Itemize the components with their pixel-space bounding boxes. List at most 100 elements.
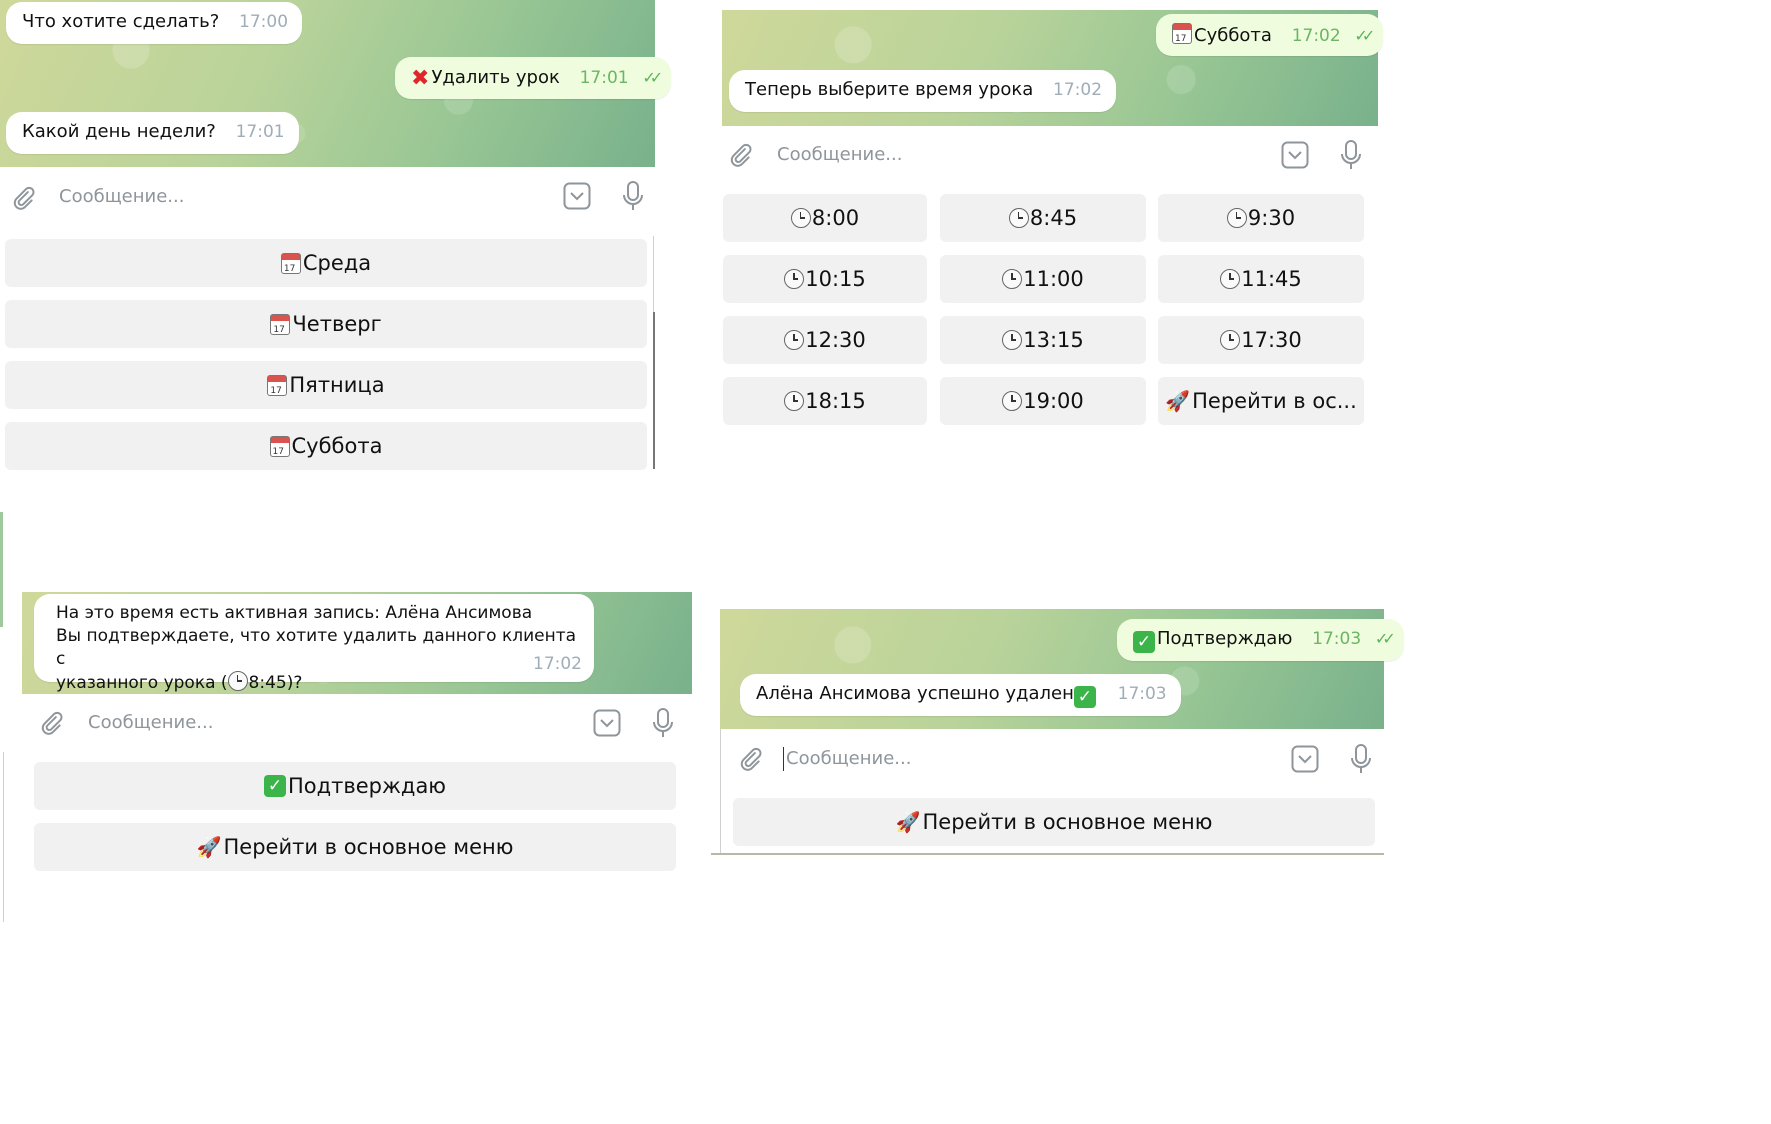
message-time: 17:03 <box>1312 629 1362 649</box>
scrollbar[interactable] <box>653 312 655 469</box>
message-time: 17:02 <box>533 654 582 674</box>
microphone-icon[interactable] <box>1339 139 1363 171</box>
calendar-icon <box>280 252 301 274</box>
clock-icon <box>1002 269 1023 289</box>
confirm-button[interactable]: ✓ Подтверждаю <box>34 762 676 810</box>
calendar-icon <box>1172 23 1192 44</box>
message-text: Что хотите сделать? <box>22 11 220 32</box>
double-check-icon: ✓✓ <box>1354 26 1375 45</box>
message-input-bar: Сообщение... <box>722 126 1378 184</box>
clock-icon <box>784 330 805 350</box>
attach-icon[interactable] <box>737 745 763 773</box>
text-cursor <box>783 747 784 771</box>
keyboard-toggle-icon[interactable] <box>1281 141 1309 169</box>
keyboard-toggle-icon[interactable] <box>593 709 621 737</box>
button-label: 13:15 <box>1023 328 1084 352</box>
message-text-line: указанного урока ( 8:45)? <box>56 671 580 695</box>
microphone-icon[interactable] <box>1349 743 1373 775</box>
attach-icon[interactable] <box>38 709 64 737</box>
time-button[interactable]: 12:30 <box>723 316 927 364</box>
button-label: 9:30 <box>1247 206 1296 230</box>
time-button[interactable]: 19:00 <box>940 377 1146 425</box>
message-text: указанного урока ( <box>56 673 228 693</box>
time-button[interactable]: 8:45 <box>940 194 1146 242</box>
message-input-bar: Сообщение... <box>22 694 692 752</box>
time-button[interactable]: 17:30 <box>1158 316 1364 364</box>
day-button-thursday[interactable]: Четверг <box>5 300 647 348</box>
message-incoming: Алёна Ансимова успешно удален ✓ 17:03 <box>740 674 1181 716</box>
clock-icon <box>227 671 248 691</box>
time-button[interactable]: 9:30 <box>1158 194 1364 242</box>
check-mark-icon: ✓ <box>1073 686 1096 708</box>
main-menu-button[interactable]: 🚀 Перейти в основное меню <box>733 798 1375 846</box>
message-input[interactable]: Сообщение... <box>59 186 184 207</box>
rocket-icon: 🚀 <box>196 835 222 859</box>
microphone-icon[interactable] <box>621 180 645 212</box>
cross-mark-icon: ✖ <box>411 66 430 91</box>
button-label: Среда <box>302 251 372 275</box>
clock-icon <box>1220 330 1241 350</box>
clock-icon <box>1226 208 1247 228</box>
day-button-wednesday[interactable]: Среда <box>5 239 647 287</box>
attach-icon[interactable] <box>727 141 753 169</box>
clock-icon <box>1002 391 1023 411</box>
button-label: 11:45 <box>1241 267 1302 291</box>
message-text: )? <box>286 673 303 693</box>
microphone-icon[interactable] <box>651 707 675 739</box>
main-menu-button[interactable]: 🚀 Перейти в основное меню <box>34 823 676 871</box>
message-outgoing: ✖ Удалить урок 17:01 ✓✓ <box>395 57 672 99</box>
rocket-icon: 🚀 <box>1165 389 1191 413</box>
time-button[interactable]: 11:45 <box>1158 255 1364 303</box>
message-incoming: На это время есть активная запись: Алёна… <box>34 594 594 693</box>
day-button-friday[interactable]: Пятница <box>5 361 647 409</box>
check-mark-icon: ✓ <box>1133 631 1155 653</box>
message-input-bar: Сообщение... <box>720 729 1384 787</box>
keyboard-toggle-icon[interactable] <box>1291 745 1319 773</box>
message-text-line: Вы подтверждаете, что хотите удалить дан… <box>56 626 577 669</box>
message-text-line: На это время есть активная запись: Алёна… <box>56 603 533 623</box>
divider <box>720 729 721 854</box>
message-text: 8:45 <box>248 673 287 693</box>
time-button[interactable]: 18:15 <box>723 377 927 425</box>
double-check-icon: ✓✓ <box>642 68 663 87</box>
day-button-saturday[interactable]: Суббота <box>5 422 647 470</box>
message-time: 17:00 <box>239 12 289 32</box>
button-label: Перейти в основное меню <box>223 835 514 859</box>
button-label: 8:00 <box>811 206 860 230</box>
rocket-icon: 🚀 <box>895 810 921 834</box>
message-time: 17:02 <box>1053 80 1103 100</box>
message-text: Какой день недели? <box>22 121 216 142</box>
message-time: 17:03 <box>1117 684 1167 704</box>
message-input[interactable]: Сообщение... <box>88 712 213 733</box>
divider <box>711 853 1384 855</box>
message-text: Суббота <box>1194 25 1272 46</box>
divider <box>653 236 654 312</box>
clock-icon <box>1002 330 1023 350</box>
message-text: Теперь выберите время урока <box>745 79 1034 100</box>
attach-icon[interactable] <box>10 184 36 212</box>
time-button[interactable]: 11:00 <box>940 255 1146 303</box>
button-label: 18:15 <box>805 389 866 413</box>
message-input[interactable]: Сообщение... <box>777 144 902 165</box>
clock-icon <box>784 269 805 289</box>
time-button[interactable]: 13:15 <box>940 316 1146 364</box>
clock-icon <box>1220 269 1241 289</box>
check-mark-icon: ✓ <box>263 775 286 797</box>
clock-icon <box>790 208 811 228</box>
button-label: Пятница <box>289 373 385 397</box>
time-button[interactable]: 10:15 <box>723 255 927 303</box>
calendar-icon <box>270 313 291 335</box>
message-input[interactable]: Сообщение... <box>786 748 911 769</box>
keyboard-toggle-icon[interactable] <box>563 182 591 210</box>
calendar-icon <box>269 435 290 457</box>
button-label: 17:30 <box>1241 328 1302 352</box>
button-label: 8:45 <box>1029 206 1078 230</box>
button-label: 11:00 <box>1023 267 1084 291</box>
button-label: Перейти в ос... <box>1192 389 1357 413</box>
main-menu-button[interactable]: 🚀 Перейти в ос... <box>1158 377 1364 425</box>
button-label: Перейти в основное меню <box>922 810 1213 834</box>
time-button[interactable]: 8:00 <box>723 194 927 242</box>
message-text: Подтверждаю <box>1157 628 1293 649</box>
button-label: Суббота <box>291 434 383 458</box>
message-time: 17:01 <box>235 122 285 142</box>
